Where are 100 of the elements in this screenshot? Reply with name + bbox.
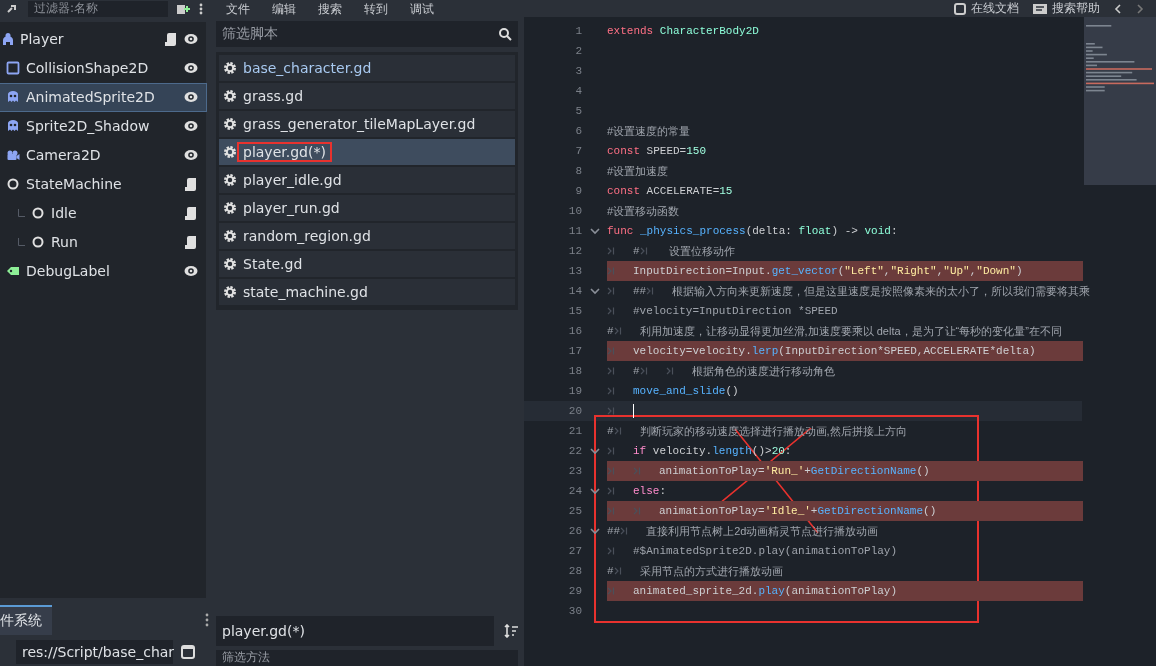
code-text: 采用节点的方式进行播放动画	[639, 563, 783, 579]
menu-item[interactable]: 转到	[364, 0, 388, 18]
code-text: :	[890, 225, 898, 237]
code-text: 'Run_'	[764, 465, 805, 477]
code-text: ()>	[751, 445, 772, 457]
code-text: animated_sprite_2d.	[633, 585, 759, 597]
eye-icon[interactable]	[184, 264, 198, 279]
script-item[interactable]: player.gd(*)	[219, 139, 515, 165]
script-item[interactable]: State.gd	[219, 251, 515, 277]
script-item[interactable]: random_region.gd	[219, 223, 515, 249]
code-text: "Down"	[976, 265, 1016, 277]
add-node-icon[interactable]	[176, 2, 190, 15]
filter-field[interactable]: 筛选脚本	[216, 21, 518, 47]
code-text: ACCELERATE=	[645, 185, 720, 197]
code-text: (InputDirection*SPEED,ACCELERATE*delta)	[778, 345, 1036, 357]
tree-item[interactable]: Camera2D	[0, 141, 206, 169]
method-filter-field[interactable]: 筛选方法	[216, 650, 518, 666]
tab-marker-icon	[607, 286, 615, 296]
help-button[interactable]: 在线文档	[954, 0, 1019, 17]
tab-marker-icon	[633, 466, 641, 476]
help-button[interactable]: 搜索帮助	[1033, 0, 1100, 17]
circle-icon	[6, 177, 20, 192]
panel-toggle-icon[interactable]	[181, 645, 195, 659]
code-text: GetDirectionName	[810, 465, 917, 477]
menu-item[interactable]: 编辑	[272, 0, 296, 18]
code-text: "Right"	[890, 265, 937, 277]
tree-item[interactable]: Idle	[0, 199, 206, 227]
line-number: 25	[567, 505, 582, 517]
tree-item[interactable]: DebugLabel	[0, 257, 206, 285]
gear-icon	[223, 285, 237, 299]
tree-item[interactable]: AnimatedSprite2D	[0, 83, 206, 111]
tab-marker-icon	[607, 346, 615, 356]
sprite-icon	[6, 90, 20, 105]
code-text: ,	[969, 265, 977, 277]
script-item[interactable]: state_machine.gd	[219, 279, 515, 305]
code-text: ) ->	[831, 225, 859, 237]
code-text: length	[712, 445, 752, 457]
script-item[interactable]: player_idle.gd	[219, 167, 515, 193]
code-text: #$AnimatedSprite2D.play(animationToPlay)	[633, 545, 898, 557]
code-text: :	[784, 445, 792, 457]
tab-marker-icon	[613, 566, 622, 576]
sort-icon[interactable]	[504, 624, 518, 638]
tab-marker-icon	[607, 266, 615, 276]
code-text: move_and_slide	[633, 385, 726, 397]
code-text: +	[804, 465, 811, 477]
code-text: const	[607, 145, 640, 157]
menu-item[interactable]: 文件	[226, 0, 250, 18]
script-item[interactable]: grass.gd	[219, 83, 515, 109]
line-number: 11	[567, 225, 582, 237]
path-field[interactable]: res://Script/base_char	[16, 640, 173, 664]
line-number: 27	[567, 545, 582, 557]
code-text: else	[633, 485, 660, 497]
line-number: 7	[574, 145, 582, 157]
eye-icon[interactable]	[184, 148, 198, 163]
code-text: ()	[923, 505, 937, 517]
script-item[interactable]: grass_generator_tileMapLayer.gd	[219, 111, 515, 137]
code-text: 直接利用节点树上2d动画精灵节点进行播放动画	[646, 523, 879, 539]
menu-item[interactable]: 调试	[410, 0, 434, 18]
eye-icon[interactable]	[184, 119, 198, 134]
code-text: (delta:	[745, 225, 793, 237]
line-number: 16	[567, 325, 582, 337]
dock-tab[interactable]: 件系统	[0, 605, 52, 635]
line-number: 12	[567, 245, 582, 257]
line-number: 2	[574, 45, 582, 57]
eye-icon[interactable]	[184, 61, 198, 76]
eye-icon[interactable]	[184, 32, 198, 47]
gear-icon	[223, 89, 237, 103]
tab-marker-icon	[613, 326, 622, 336]
code-text: +	[810, 505, 818, 517]
menu-item[interactable]: 搜索	[318, 0, 342, 18]
tree-item[interactable]: CollisionShape2D	[0, 54, 206, 82]
tab-marker-icon	[607, 486, 615, 496]
tree-item[interactable]: Sprite2D_Shadow	[0, 112, 206, 140]
current-script-label: player.gd(*)	[216, 616, 494, 646]
code-text: ()	[916, 465, 930, 477]
line-number: 20	[567, 405, 582, 417]
line-number: 23	[567, 465, 582, 477]
line-number: 15	[567, 305, 582, 317]
line-number: 24	[567, 485, 582, 497]
code-text: (animationToPlay)	[784, 585, 898, 597]
script-item[interactable]: base_character.gd	[219, 55, 515, 81]
code-text: velocity.	[651, 445, 713, 457]
line-number: 13	[567, 265, 582, 277]
kebab-menu-icon[interactable]	[204, 613, 210, 627]
tab-marker-icon	[607, 446, 615, 456]
tab-marker-icon	[607, 306, 615, 316]
tree-item[interactable]: StateMachine	[0, 170, 206, 198]
script-item[interactable]: player_run.gd	[219, 195, 515, 221]
tab-marker-icon	[665, 366, 674, 376]
tree-item[interactable]: Player	[0, 25, 206, 53]
code-text: (	[837, 265, 845, 277]
filter-field[interactable]: 过滤器:名称	[28, 0, 168, 17]
tab-marker-icon	[607, 246, 615, 256]
tab-marker-icon	[607, 546, 615, 556]
eye-icon[interactable]	[184, 90, 198, 105]
kebab-menu-icon[interactable]	[198, 2, 204, 15]
search-icon	[498, 27, 512, 41]
circle-icon	[31, 206, 45, 221]
tab-marker-icon	[607, 506, 615, 516]
tree-item[interactable]: Run	[0, 228, 206, 256]
